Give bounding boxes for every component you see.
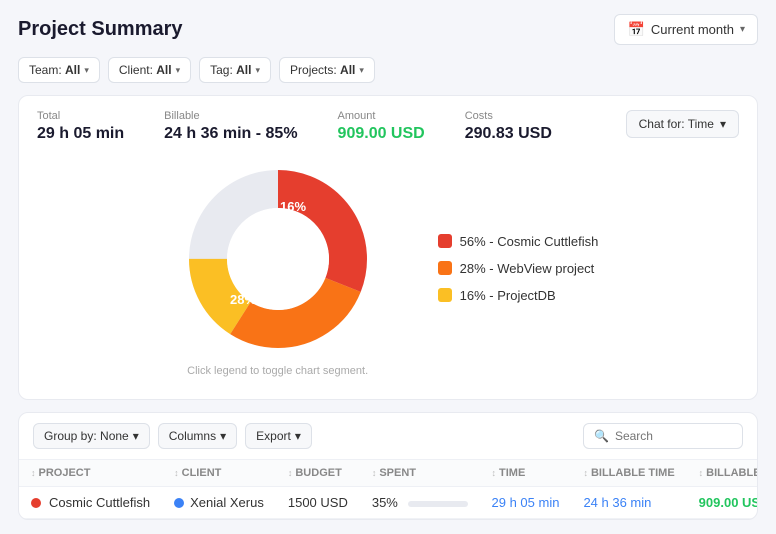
progress-bar (408, 501, 468, 507)
col-budget[interactable]: ↕BUDGET (276, 460, 360, 487)
col-project[interactable]: ↕PROJECT (19, 460, 162, 487)
page-header: Project Summary 📅 Current month ▾ (18, 14, 758, 45)
toolbar-left: Group by: None ▾ Columns ▾ Export ▾ (33, 423, 312, 449)
legend-item-3[interactable]: 16% - ProjectDB (438, 288, 599, 303)
filter-button-client[interactable]: Client: All▾ (108, 57, 191, 83)
columns-button[interactable]: Columns ▾ (158, 423, 237, 449)
cell-billable-time: 24 h 36 min (571, 487, 686, 519)
chevron-down-icon: ▾ (220, 429, 226, 443)
legend-label-3: 16% - ProjectDB (460, 288, 556, 303)
legend-color-1 (438, 234, 452, 248)
col-billable-time[interactable]: ↕BILLABLE TIME (571, 460, 686, 487)
data-table-section: Group by: None ▾ Columns ▾ Export ▾ 🔍 (18, 412, 758, 520)
chart-legend: 56% - Cosmic Cuttlefish 28% - WebView pr… (438, 234, 599, 303)
chevron-down-icon: ▾ (176, 65, 181, 76)
table-toolbar: Group by: None ▾ Columns ▾ Export ▾ 🔍 (19, 413, 757, 460)
donut-chart: 56% 28% 16% (178, 159, 378, 359)
chevron-down-icon: ▾ (295, 429, 301, 443)
legend-item-2[interactable]: 28% - WebView project (438, 261, 599, 276)
col-client[interactable]: ↕CLIENT (162, 460, 276, 487)
filter-bar: Team: All▾ Client: All▾ Tag: All▾ Projects:… (18, 57, 758, 83)
group-by-button[interactable]: Group by: None ▾ (33, 423, 150, 449)
cell-billable-amount: 909.00 USD (687, 487, 758, 519)
chevron-down-icon: ▾ (720, 117, 726, 131)
legend-color-2 (438, 261, 452, 275)
metric-total: Total 29 h 05 min (37, 110, 124, 143)
col-time[interactable]: ↕TIME (480, 460, 572, 487)
legend-item-1[interactable]: 56% - Cosmic Cuttlefish (438, 234, 599, 249)
metric-amount: Amount 909.00 USD (338, 110, 425, 143)
metric-billable: Billable 24 h 36 min - 85% (164, 110, 297, 143)
metric-costs: Costs 290.83 USD (465, 110, 552, 143)
page-title: Project Summary (18, 18, 183, 41)
date-filter-label: Current month (651, 22, 734, 37)
search-wrap[interactable]: 🔍 (583, 423, 743, 449)
legend-color-3 (438, 288, 452, 302)
export-button[interactable]: Export ▾ (245, 423, 312, 449)
cell-time: 29 h 05 min (480, 487, 572, 519)
filter-button-team[interactable]: Team: All▾ (18, 57, 100, 83)
summary-card: Total 29 h 05 min Billable 24 h 36 min - … (18, 95, 758, 400)
chevron-down-icon: ▾ (359, 65, 364, 76)
chevron-down-icon: ▾ (84, 65, 89, 76)
project-color-dot (31, 498, 41, 508)
chat-button-label: Chat for: Time (639, 117, 714, 131)
svg-text:16%: 16% (280, 199, 306, 214)
filter-button-projects[interactable]: Projects: All▾ (279, 57, 375, 83)
filter-button-tag[interactable]: Tag: All▾ (199, 57, 271, 83)
search-input[interactable] (615, 429, 735, 443)
cell-budget: 1500 USD (276, 487, 360, 519)
summary-metrics: Total 29 h 05 min Billable 24 h 36 min - … (37, 110, 552, 143)
svg-text:56%: 56% (293, 252, 319, 267)
chart-area: 56% 28% 16% Click legend to toggle chart… (37, 143, 739, 385)
cell-spent: 35% (360, 487, 480, 519)
group-by-label: Group by: None (44, 429, 129, 443)
legend-label-1: 56% - Cosmic Cuttlefish (460, 234, 599, 249)
cell-project: Cosmic Cuttlefish (19, 487, 162, 519)
columns-label: Columns (169, 429, 216, 443)
chevron-down-icon: ▾ (255, 65, 260, 76)
search-icon: 🔍 (594, 429, 609, 443)
col-billable-amount[interactable]: ↕BILLABLE AMOUNT (687, 460, 758, 487)
export-label: Export (256, 429, 291, 443)
data-table: ↕PROJECT ↕CLIENT ↕BUDGET ↕SPENT ↕TIME ↕B… (19, 460, 758, 519)
svg-text:28%: 28% (230, 292, 256, 307)
legend-label-2: 28% - WebView project (460, 261, 595, 276)
chart-hint: Click legend to toggle chart segment. (178, 365, 378, 377)
chat-for-time-button[interactable]: Chat for: Time ▾ (626, 110, 739, 138)
calendar-icon: 📅 (627, 21, 644, 38)
chevron-down-icon: ▾ (133, 429, 139, 443)
client-color-dot (174, 498, 184, 508)
date-filter-button[interactable]: 📅 Current month ▾ (614, 14, 758, 45)
col-spent[interactable]: ↕SPENT (360, 460, 480, 487)
cell-client: Xenial Xerus (162, 487, 276, 519)
chevron-down-icon: ▾ (740, 24, 745, 35)
table-row: Cosmic Cuttlefish Xenial Xerus 1500 USD … (19, 487, 758, 519)
